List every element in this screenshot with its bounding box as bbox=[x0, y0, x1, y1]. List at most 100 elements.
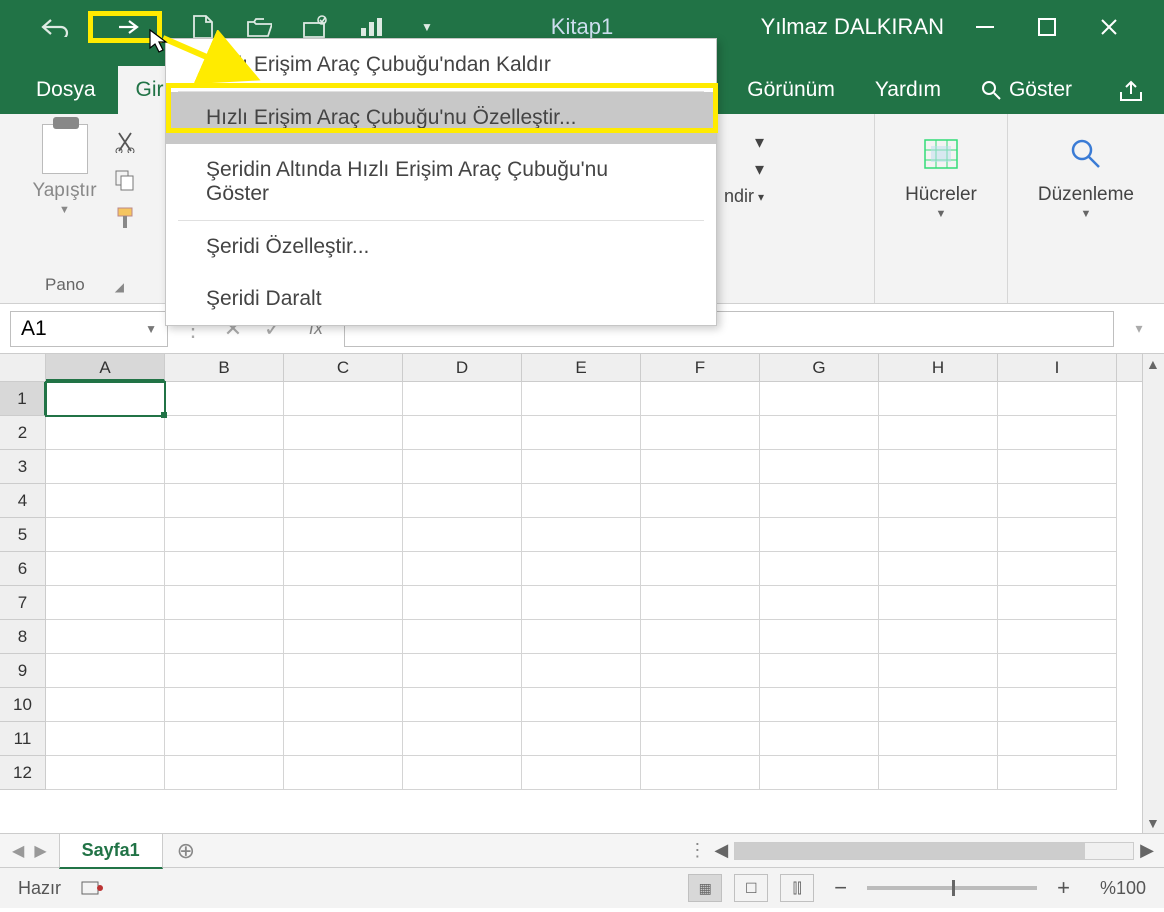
col-header-I[interactable]: I bbox=[998, 354, 1117, 381]
cell[interactable] bbox=[998, 484, 1117, 518]
editing-button[interactable]: Düzenleme ▼ bbox=[1022, 124, 1150, 220]
cell[interactable] bbox=[879, 552, 998, 586]
row-header[interactable]: 4 bbox=[0, 484, 46, 518]
cell[interactable] bbox=[879, 688, 998, 722]
cell[interactable] bbox=[46, 416, 165, 450]
cell[interactable] bbox=[998, 518, 1117, 552]
cell[interactable] bbox=[522, 654, 641, 688]
cell[interactable] bbox=[403, 756, 522, 790]
cell[interactable] bbox=[403, 654, 522, 688]
macro-record-icon[interactable] bbox=[81, 879, 103, 897]
cell[interactable] bbox=[284, 382, 403, 416]
cell[interactable] bbox=[403, 620, 522, 654]
col-header-C[interactable]: C bbox=[284, 354, 403, 381]
zoom-in-button[interactable]: + bbox=[1049, 875, 1078, 901]
close-button[interactable] bbox=[1084, 0, 1134, 54]
select-all-corner[interactable] bbox=[0, 354, 46, 381]
tab-view[interactable]: Görünüm bbox=[729, 66, 853, 114]
cell[interactable] bbox=[46, 620, 165, 654]
row-header[interactable]: 1 bbox=[0, 382, 46, 416]
col-header-B[interactable]: B bbox=[165, 354, 284, 381]
add-sheet-button[interactable]: ⊕ bbox=[163, 838, 209, 864]
cell[interactable] bbox=[760, 416, 879, 450]
cell[interactable] bbox=[165, 416, 284, 450]
cell[interactable] bbox=[165, 756, 284, 790]
cell[interactable] bbox=[522, 722, 641, 756]
share-icon[interactable] bbox=[1098, 68, 1164, 114]
cell[interactable] bbox=[46, 484, 165, 518]
cells-button[interactable]: Hücreler ▼ bbox=[889, 124, 993, 220]
cell[interactable] bbox=[522, 416, 641, 450]
context-show-qat-below[interactable]: Şeridin Altında Hızlı Erişim Araç Çubuğu… bbox=[166, 144, 716, 220]
context-customize-ribbon[interactable]: Şeridi Özelleştir... bbox=[166, 221, 716, 273]
row-header[interactable]: 10 bbox=[0, 688, 46, 722]
undo-icon[interactable] bbox=[40, 12, 70, 42]
cell[interactable] bbox=[284, 586, 403, 620]
cell[interactable] bbox=[522, 620, 641, 654]
cell[interactable] bbox=[998, 688, 1117, 722]
cell[interactable] bbox=[760, 450, 879, 484]
cell[interactable] bbox=[998, 654, 1117, 688]
partial-dropdown-2[interactable]: ▾ bbox=[755, 159, 764, 180]
col-header-A[interactable]: A bbox=[46, 354, 165, 381]
partial-ndir[interactable]: ndir▾ bbox=[724, 186, 764, 207]
cell[interactable] bbox=[998, 552, 1117, 586]
cell[interactable] bbox=[641, 654, 760, 688]
row-header[interactable]: 9 bbox=[0, 654, 46, 688]
view-pagebreak-button[interactable]: ⫿⫿ bbox=[780, 874, 814, 902]
cell[interactable] bbox=[403, 688, 522, 722]
cell[interactable] bbox=[998, 756, 1117, 790]
cell-A1[interactable] bbox=[46, 382, 165, 416]
cell[interactable] bbox=[641, 722, 760, 756]
cell[interactable] bbox=[641, 484, 760, 518]
cell[interactable] bbox=[403, 416, 522, 450]
cell[interactable] bbox=[403, 722, 522, 756]
cell[interactable] bbox=[165, 688, 284, 722]
format-painter-icon[interactable] bbox=[113, 206, 137, 230]
view-normal-button[interactable]: ▦ bbox=[688, 874, 722, 902]
cell[interactable] bbox=[284, 518, 403, 552]
cell[interactable] bbox=[641, 518, 760, 552]
cell[interactable] bbox=[641, 756, 760, 790]
sheet-tab-active[interactable]: Sayfa1 bbox=[59, 833, 163, 869]
tab-help[interactable]: Yardım bbox=[857, 66, 959, 114]
col-header-D[interactable]: D bbox=[403, 354, 522, 381]
cell[interactable] bbox=[403, 484, 522, 518]
cell[interactable] bbox=[403, 552, 522, 586]
cell[interactable] bbox=[46, 756, 165, 790]
cell[interactable] bbox=[522, 586, 641, 620]
cell[interactable] bbox=[165, 586, 284, 620]
cell[interactable] bbox=[46, 450, 165, 484]
cut-icon[interactable] bbox=[113, 130, 137, 154]
zoom-slider[interactable] bbox=[867, 886, 1037, 890]
cell[interactable] bbox=[879, 382, 998, 416]
cell[interactable] bbox=[522, 552, 641, 586]
cell[interactable] bbox=[760, 552, 879, 586]
cell[interactable] bbox=[879, 416, 998, 450]
sheet-nav[interactable]: ◀▶ bbox=[0, 841, 59, 861]
cell[interactable] bbox=[522, 484, 641, 518]
cell[interactable] bbox=[760, 586, 879, 620]
row-header[interactable]: 12 bbox=[0, 756, 46, 790]
view-pagelayout-button[interactable]: ☐ bbox=[734, 874, 768, 902]
cell[interactable] bbox=[998, 382, 1117, 416]
hscroll-left-icon[interactable]: ◀ bbox=[714, 840, 728, 861]
row-header[interactable]: 6 bbox=[0, 552, 46, 586]
cell[interactable] bbox=[46, 722, 165, 756]
col-header-E[interactable]: E bbox=[522, 354, 641, 381]
row-header[interactable]: 2 bbox=[0, 416, 46, 450]
zoom-out-button[interactable]: − bbox=[826, 875, 855, 901]
copy-icon[interactable] bbox=[113, 168, 137, 192]
maximize-button[interactable] bbox=[1022, 0, 1072, 54]
cell[interactable] bbox=[760, 518, 879, 552]
cell[interactable] bbox=[46, 518, 165, 552]
cell[interactable] bbox=[641, 382, 760, 416]
spreadsheet-grid[interactable]: A B C D E F G H I 1 2 3 4 5 6 7 8 9 10 1… bbox=[0, 354, 1164, 834]
zoom-value[interactable]: %100 bbox=[1090, 878, 1146, 899]
cell[interactable] bbox=[760, 654, 879, 688]
tab-tellme[interactable]: Göster bbox=[963, 66, 1090, 114]
cell[interactable] bbox=[403, 518, 522, 552]
cell[interactable] bbox=[998, 450, 1117, 484]
cell[interactable] bbox=[879, 722, 998, 756]
cell[interactable] bbox=[46, 688, 165, 722]
